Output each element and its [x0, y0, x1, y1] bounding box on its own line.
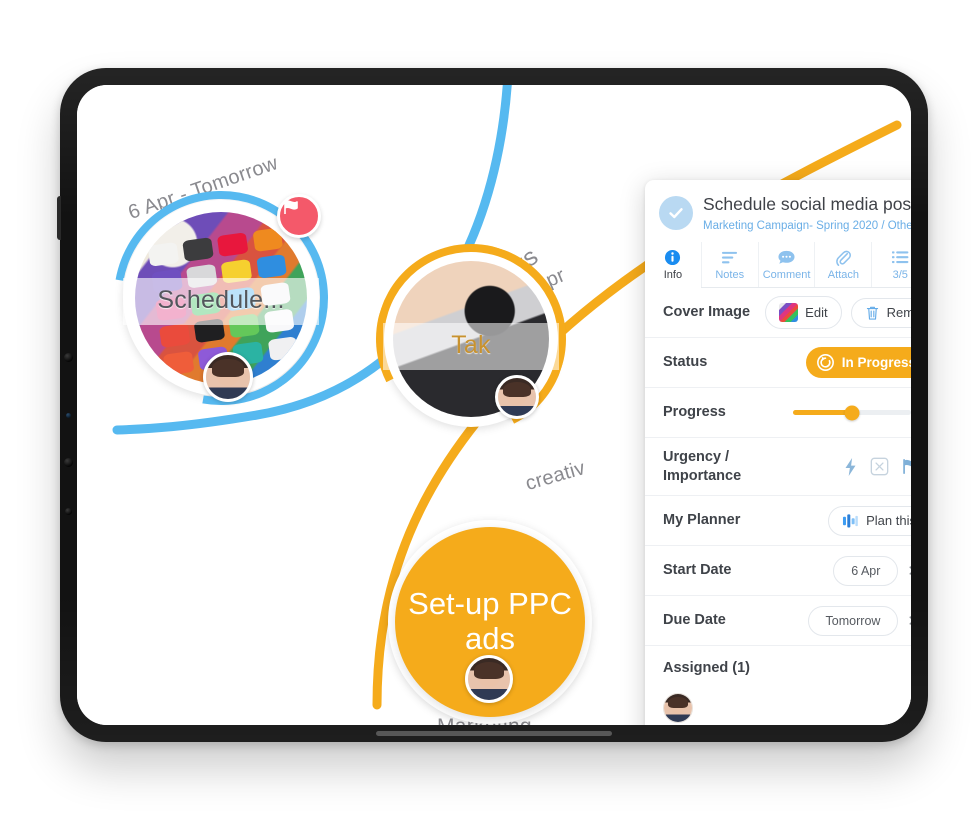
- plan-this-label: Plan this: [866, 513, 911, 528]
- row-cover-image: Cover Image Edit Rem: [645, 288, 911, 338]
- row-label-status: Status: [663, 354, 708, 371]
- bezel-dot-3: [64, 458, 73, 467]
- bezel-dot-2: [66, 413, 71, 418]
- bezel-dot-4: [65, 508, 72, 515]
- trash-icon: [866, 306, 878, 320]
- row-start-date: Start Date 6 Apr ✕: [645, 546, 911, 596]
- node-avatar-schedule[interactable]: [203, 352, 253, 402]
- urgency-label-line1: Urgency /: [663, 449, 730, 466]
- tab-checklist-label: 3/5: [892, 269, 908, 281]
- status-dropdown-button[interactable]: In Progress: [805, 347, 911, 378]
- row-label-due-date: Due Date: [663, 612, 726, 629]
- row-label-progress: Progress: [663, 404, 726, 421]
- tablet-home-indicator: [376, 731, 612, 736]
- breadcrumb: Marketing Campaign- Spring 2020 / Other: [703, 220, 911, 232]
- cover-thumbnail-icon: [779, 303, 799, 322]
- node-title-ppc-line2: ads: [465, 621, 515, 656]
- row-label-start-date: Start Date: [663, 562, 732, 579]
- row-progress: Progress 50%: [645, 388, 911, 438]
- node-avatar-camera[interactable]: [495, 375, 539, 419]
- panel-body: Cover Image Edit Rem Status In Progress …: [645, 288, 911, 725]
- tab-notes[interactable]: Notes: [700, 242, 758, 287]
- panel-header: Schedule social media posts Marketing Ca…: [645, 180, 911, 238]
- check-icon: [669, 208, 683, 219]
- task-detail-panel: Schedule social media posts Marketing Ca…: [645, 180, 911, 725]
- bezel-dot-1: [64, 353, 73, 362]
- tab-notes-label: Notes: [715, 269, 745, 281]
- remove-cover-button[interactable]: Remove: [850, 297, 911, 328]
- tablet-screen: 6 Apr - Tomorrow Adverts 16 Apr creativ …: [77, 85, 911, 725]
- lightning-icon[interactable]: [842, 457, 859, 477]
- row-my-planner: My Planner Plan this: [645, 496, 911, 546]
- paperclip-icon: [815, 248, 871, 267]
- tab-comment-label: Comment: [762, 269, 811, 281]
- mindmap-node-schedule[interactable]: Schedule...: [77, 148, 371, 448]
- tab-comment[interactable]: Comment: [757, 242, 815, 287]
- tablet-device: 6 Apr - Tomorrow Adverts 16 Apr creativ …: [57, 68, 928, 742]
- urgency-label-line2: Importance: [663, 467, 742, 484]
- edit-cover-label: Edit: [805, 305, 828, 320]
- node-avatar-ppc[interactable]: [465, 655, 513, 703]
- row-label-my-planner: My Planner: [663, 512, 741, 529]
- start-date-value[interactable]: 6 Apr: [833, 555, 899, 586]
- node-title-schedule: Schedule...: [123, 278, 319, 325]
- flag-icon[interactable]: [900, 457, 911, 476]
- task-complete-checkbox[interactable]: [659, 196, 693, 230]
- panel-title: Schedule social media posts: [703, 194, 911, 214]
- mindmap-node-ppc[interactable]: Set-up PPC ads: [388, 520, 592, 724]
- in-progress-icon: [816, 354, 834, 371]
- checklist-icon: [872, 248, 911, 267]
- progress-slider-knob[interactable]: [844, 405, 860, 420]
- assigned-avatar[interactable]: [663, 693, 693, 723]
- tab-info[interactable]: Info: [645, 242, 701, 288]
- mindmap-node-camera[interactable]: Tak: [351, 219, 591, 459]
- tab-attach[interactable]: Attach: [814, 242, 871, 287]
- remove-cover-label: Remove: [886, 305, 911, 320]
- row-label-cover-image: Cover Image: [663, 304, 751, 321]
- flag-icon: [284, 200, 298, 214]
- edit-cover-button[interactable]: Edit: [765, 296, 842, 329]
- panel-rows: Cover Image Edit Rem Status In Progress …: [645, 288, 911, 725]
- row-label-assigned: Assigned (1): [663, 660, 751, 677]
- screenshot-stage: 6 Apr - Tomorrow Adverts 16 Apr creativ …: [0, 0, 977, 821]
- clear-start-date-icon[interactable]: ✕: [907, 562, 911, 580]
- tablet-volume-button[interactable]: [57, 196, 61, 240]
- due-date-value[interactable]: Tomorrow: [807, 605, 899, 636]
- plan-this-button[interactable]: Plan this: [828, 505, 911, 536]
- row-status: Status In Progress: [645, 338, 911, 388]
- row-urgency-importance: Urgency / Importance: [645, 438, 911, 496]
- notes-icon: [702, 248, 758, 267]
- row-due-date: Due Date Tomorrow ✕: [645, 596, 911, 646]
- tab-attach-label: Attach: [827, 269, 859, 281]
- node-title-camera: Tak: [383, 323, 559, 370]
- progress-slider-fill: [792, 410, 852, 415]
- clear-due-date-icon[interactable]: ✕: [907, 612, 911, 630]
- panel-tabs: Info Notes Comment Attach 3/5: [645, 242, 911, 288]
- status-value: In Progress: [841, 355, 911, 370]
- row-assigned: Assigned (1): [645, 646, 911, 725]
- tab-checklist[interactable]: 3/5: [871, 242, 911, 287]
- planner-icon: [843, 513, 858, 527]
- progress-slider[interactable]: [792, 405, 911, 420]
- comment-icon: [759, 248, 815, 267]
- tab-info-label: Info: [663, 269, 683, 281]
- flag-badge-icon[interactable]: [277, 194, 321, 238]
- row-label-urgency-importance: Urgency / Importance: [663, 448, 741, 484]
- info-icon: [645, 248, 701, 267]
- x-box-icon[interactable]: [870, 457, 889, 476]
- node-title-ppc-line1: Set-up PPC: [408, 586, 572, 622]
